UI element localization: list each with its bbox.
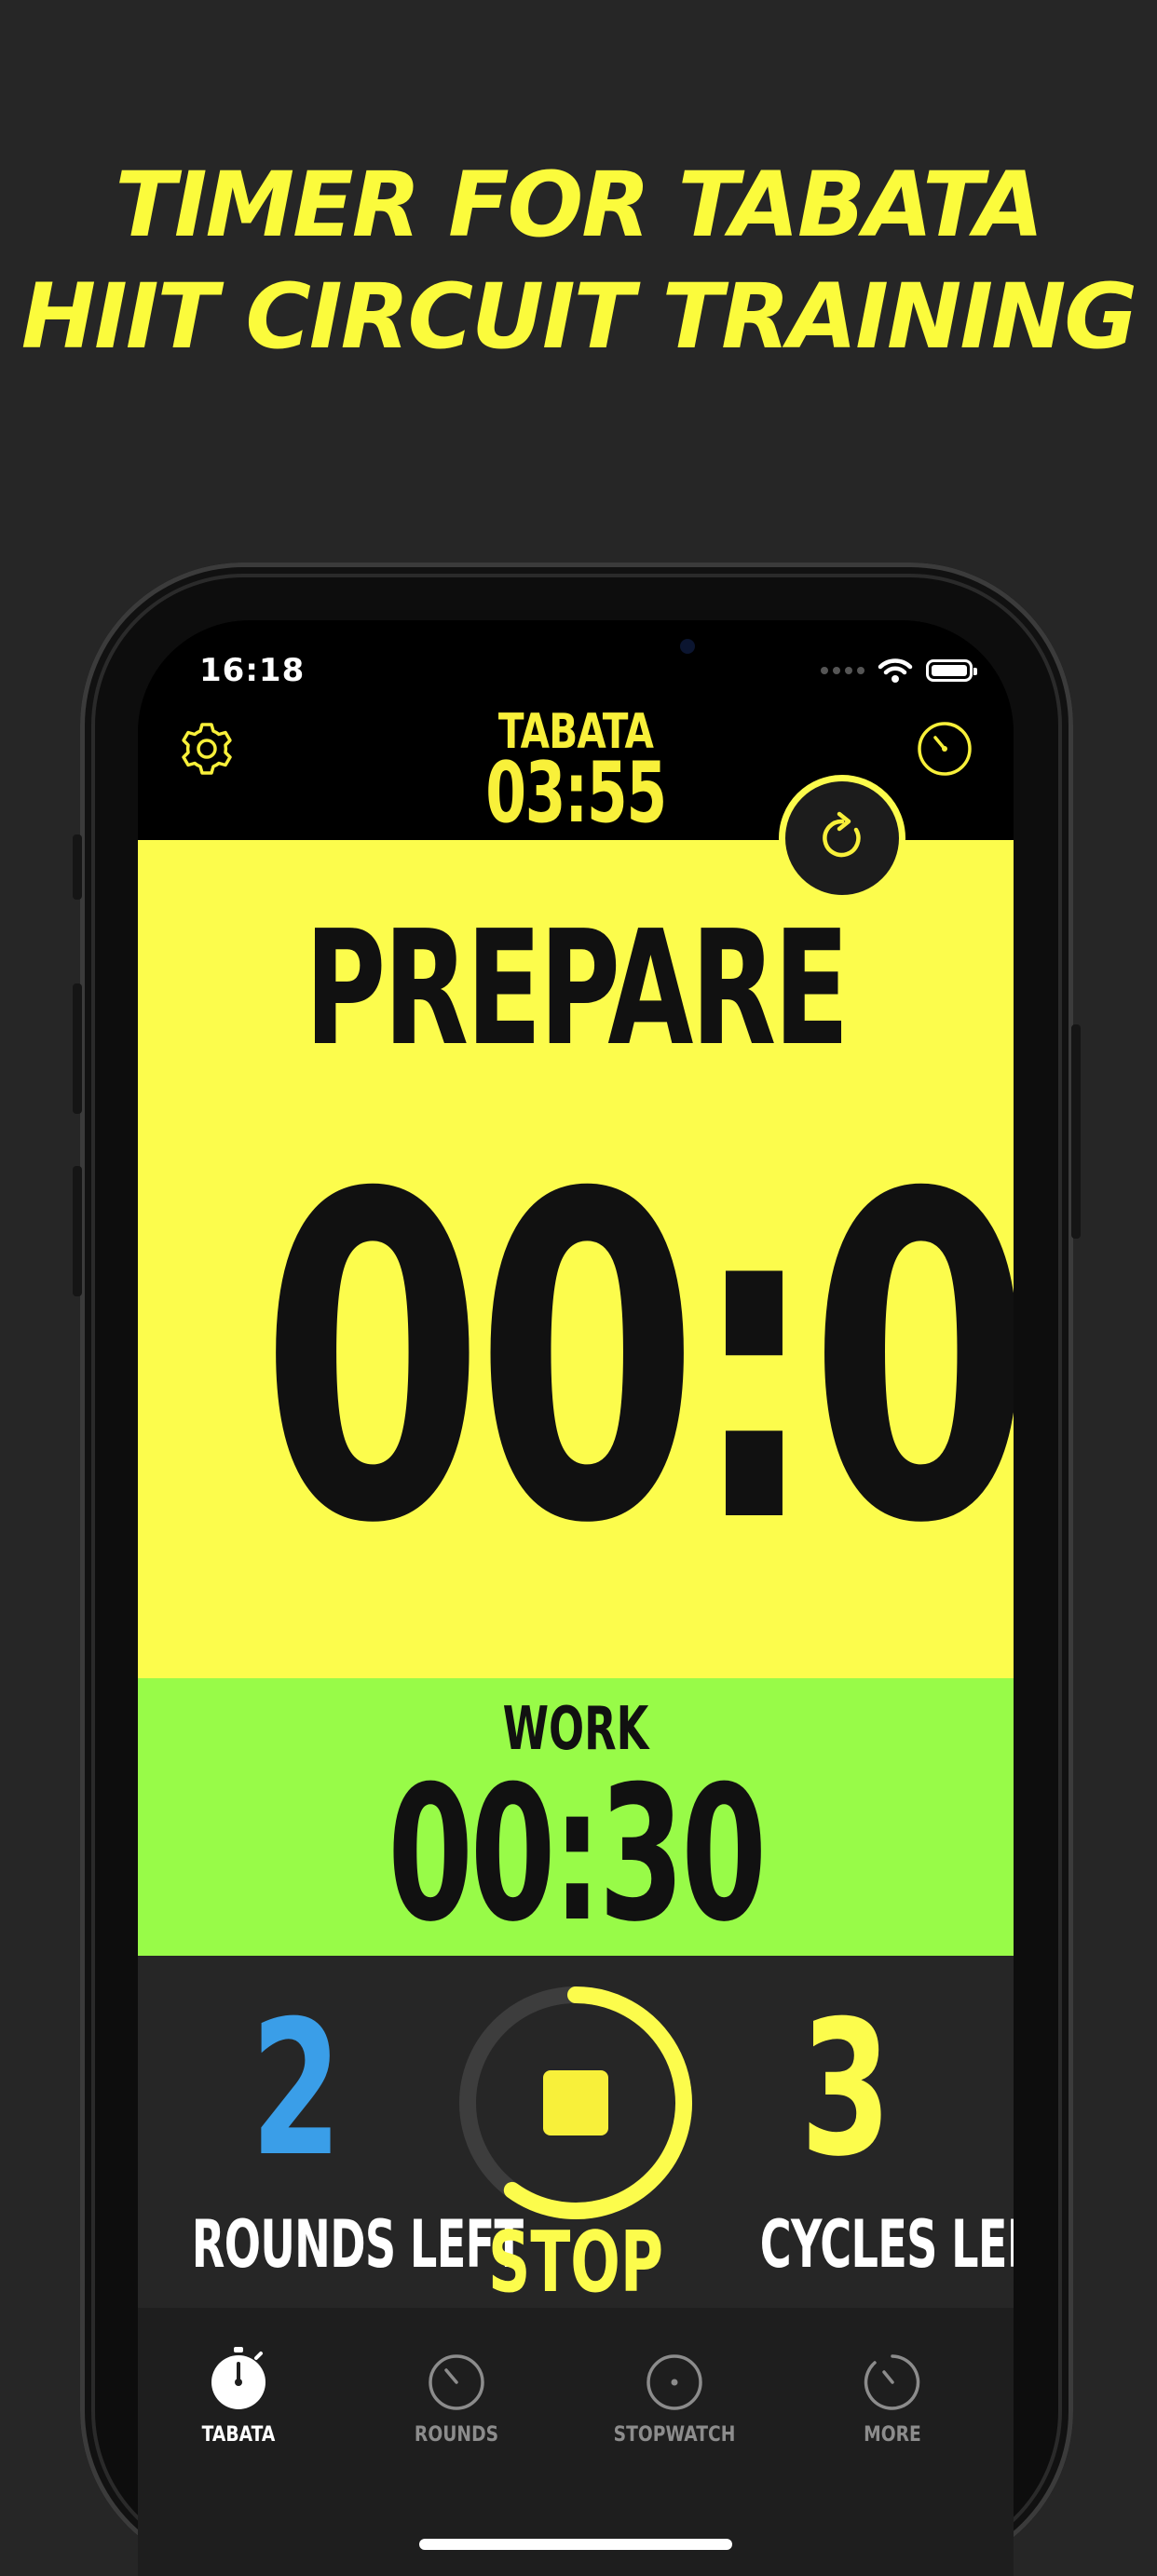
- tab-rounds[interactable]: ROUNDS: [382, 2345, 531, 2447]
- battery-icon: [926, 659, 977, 682]
- tab-label-rounds: ROUNDS: [414, 2423, 499, 2447]
- tab-label-tabata: TABATA: [201, 2423, 276, 2447]
- rounds-left-label: ROUNDS LEFT: [191, 2206, 524, 2283]
- headline-line-1: TIMER FOR TABATA: [115, 153, 1043, 257]
- tab-stopwatch[interactable]: STOPWATCH: [600, 2345, 749, 2447]
- cycles-left-value: 3: [800, 1981, 892, 2198]
- stop-button[interactable]: [456, 1984, 695, 2222]
- tab-more[interactable]: MORE: [818, 2345, 967, 2447]
- reset-icon: [823, 811, 861, 858]
- status-icons: [821, 658, 977, 684]
- power-button: [1071, 1024, 1081, 1239]
- phone-screen: 16:18 TABATA 03:55 PREPARE 00:05 WORK: [138, 620, 1014, 2576]
- front-camera: [680, 639, 695, 654]
- next-phase-panel: WORK 00:30: [138, 1678, 1014, 1956]
- timer-icon[interactable]: [915, 719, 974, 779]
- headline-line-2: HIIT CIRCUIT TRAINING: [20, 264, 1137, 369]
- stopwatch-dot-icon: [647, 2354, 702, 2410]
- mute-switch: [73, 834, 82, 900]
- stop-square-icon: [543, 2070, 608, 2135]
- current-phase-panel: PREPARE 00:05: [138, 840, 1014, 1678]
- home-indicator: [419, 2539, 732, 2550]
- status-time: 16:18: [199, 652, 306, 689]
- wifi-icon: [878, 658, 913, 683]
- notch: [330, 620, 822, 693]
- phase-countdown: 00:05: [260, 1101, 1014, 1621]
- cycles-left-label: CYCLES LEFT: [759, 2206, 1014, 2283]
- rounds-left-value: 2: [251, 1981, 342, 2198]
- stopwatch-icon: [211, 2347, 265, 2409]
- tab-label-stopwatch: STOPWATCH: [613, 2423, 736, 2447]
- tab-label-more: MORE: [864, 2423, 921, 2447]
- promo-headline: TIMER FOR TABATA HIIT CIRCUIT TRAINING: [0, 149, 1157, 373]
- signal-icon: [821, 667, 864, 674]
- tab-tabata[interactable]: TABATA: [164, 2345, 313, 2447]
- next-phase-time: 00:30: [388, 1746, 767, 1963]
- more-icon: [864, 2354, 920, 2410]
- volume-down-button: [73, 1166, 82, 1296]
- gear-icon[interactable]: [177, 719, 237, 779]
- reset-button[interactable]: [779, 775, 905, 902]
- volume-up-button: [73, 983, 82, 1114]
- stop-label[interactable]: STOP: [478, 2217, 674, 2310]
- phase-label: PREPARE: [305, 897, 850, 1081]
- rounds-icon: [429, 2354, 484, 2410]
- controls-area: 2 ROUNDS LEFT STOP 3 CYCLES LEFT: [138, 1956, 1014, 2310]
- tab-bar: TABATA ROUNDS STOPWATCH MORE: [138, 2308, 1014, 2576]
